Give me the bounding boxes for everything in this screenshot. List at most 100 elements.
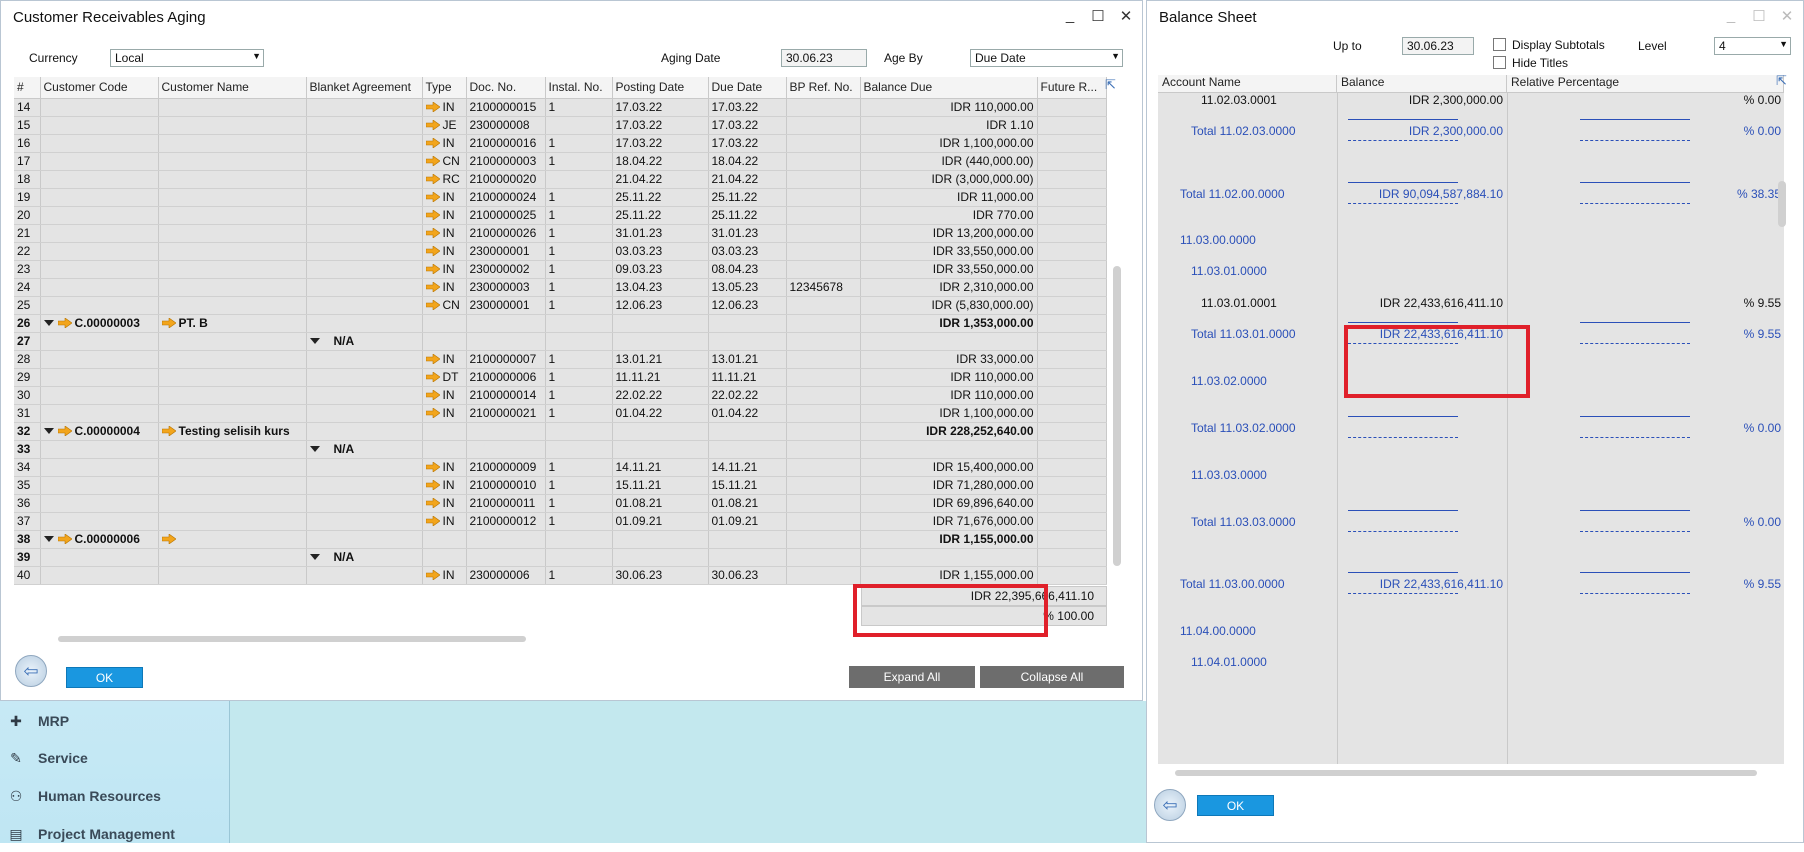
- table-row[interactable]: 39 N/A: [14, 548, 1107, 567]
- expand-grid-icon[interactable]: ⇱: [1776, 73, 1787, 89]
- link-arrow-icon[interactable]: [425, 120, 440, 130]
- link-arrow-icon[interactable]: [425, 228, 440, 238]
- table-row[interactable]: 25 CN 230000001 1 12.06.23 12.06.23 IDR (5,830…: [14, 296, 1107, 315]
- horizontal-scrollbar[interactable]: [58, 636, 526, 642]
- back-arrow-icon[interactable]: ⇦: [1154, 789, 1186, 821]
- collapse-triangle-icon[interactable]: [43, 320, 54, 326]
- link-arrow-icon[interactable]: [425, 264, 440, 274]
- link-arrow-icon[interactable]: [161, 318, 176, 328]
- grid-column-header[interactable]: Instal. No.: [545, 77, 613, 99]
- link-arrow-icon[interactable]: [425, 462, 440, 472]
- link-arrow-icon[interactable]: [57, 534, 72, 544]
- table-row[interactable]: 34 IN 2100000009 1 14.11.21 14.11.21 IDR 15,40…: [14, 458, 1107, 477]
- table-row[interactable]: 37 IN 2100000012 1 01.09.21 01.09.21 IDR 71,67…: [14, 512, 1107, 531]
- close-icon[interactable]: ✕: [1118, 7, 1134, 25]
- aging-date-field[interactable]: 30.06.23: [781, 49, 867, 67]
- table-row[interactable]: 26 C.00000003 PT. B IDR 1,353,000.00: [14, 314, 1107, 333]
- collapse-triangle-icon[interactable]: [43, 428, 54, 434]
- link-arrow-icon[interactable]: [425, 516, 440, 526]
- expand-all-button[interactable]: Expand All: [849, 666, 975, 688]
- grid-column-header[interactable]: Posting Date: [612, 77, 709, 99]
- table-row[interactable]: 33 N/A: [14, 440, 1107, 459]
- menu-item-human-resources[interactable]: ⚇ Human Resources: [0, 778, 228, 814]
- display-subtotals-checkbox[interactable]: [1493, 38, 1506, 51]
- grid-column-header[interactable]: Doc. No.: [466, 77, 546, 99]
- link-arrow-icon[interactable]: [425, 372, 440, 382]
- link-arrow-icon[interactable]: [425, 480, 440, 490]
- table-row[interactable]: 30 IN 2100000014 1 22.02.22 22.02.22 IDR 110,0…: [14, 386, 1107, 405]
- table-row[interactable]: 14 IN 2100000015 1 17.03.22 17.03.22 IDR 110,0…: [14, 98, 1107, 117]
- table-row[interactable]: 35 IN 2100000010 1 15.11.21 15.11.21 IDR 71,28…: [14, 476, 1107, 495]
- grid-column-header[interactable]: BP Ref. No.: [786, 77, 861, 99]
- table-row[interactable]: 17 CN 2100000003 1 18.04.22 18.04.22 IDR (440,…: [14, 152, 1107, 171]
- link-arrow-icon[interactable]: [57, 426, 72, 436]
- table-row[interactable]: 22 IN 230000001 1 03.03.23 03.03.23 IDR 33,550…: [14, 242, 1107, 261]
- up-to-field[interactable]: 30.06.23: [1402, 37, 1474, 55]
- level-select[interactable]: 4 ▼: [1714, 37, 1791, 55]
- close-icon[interactable]: ✕: [1779, 7, 1795, 25]
- grid-column-header[interactable]: Customer Name: [158, 77, 307, 99]
- grid-column-header[interactable]: Blanket Agreement: [306, 77, 423, 99]
- table-row[interactable]: 28 IN 2100000007 1 13.01.21 13.01.21 IDR 33,00…: [14, 350, 1107, 369]
- table-row[interactable]: 20 IN 2100000025 1 25.11.22 25.11.22 IDR 770.0…: [14, 206, 1107, 225]
- link-arrow-icon[interactable]: [57, 318, 72, 328]
- link-arrow-icon[interactable]: [425, 192, 440, 202]
- link-arrow-icon[interactable]: [425, 408, 440, 418]
- table-row[interactable]: 16 IN 2100000016 1 17.03.22 17.03.22 IDR 1,100…: [14, 134, 1107, 153]
- table-row[interactable]: 18 RC 2100000020 21.04.22 21.04.22 IDR (3,000…: [14, 170, 1107, 189]
- horizontal-scrollbar[interactable]: [1175, 770, 1757, 776]
- expand-grid-icon[interactable]: ⇱: [1105, 77, 1116, 93]
- maximize-icon[interactable]: ☐: [1090, 7, 1106, 25]
- vertical-scrollbar[interactable]: [1778, 181, 1786, 227]
- vertical-scrollbar[interactable]: [1113, 266, 1121, 566]
- hide-titles-checkbox[interactable]: [1493, 56, 1506, 69]
- grid-column-header[interactable]: Type: [422, 77, 467, 99]
- minimize-icon[interactable]: _: [1723, 7, 1739, 25]
- collapse-triangle-icon[interactable]: [309, 554, 320, 560]
- menu-item-project-management[interactable]: ▤ Project Management: [0, 816, 228, 852]
- collapse-all-button[interactable]: Collapse All: [980, 666, 1124, 688]
- table-row[interactable]: 23 IN 230000002 1 09.03.23 08.04.23 IDR 33,550…: [14, 260, 1107, 279]
- link-arrow-icon[interactable]: [425, 174, 440, 184]
- table-row[interactable]: 32 C.00000004 Testing selisih kurs IDR 228,…: [14, 422, 1107, 441]
- table-row[interactable]: 19 IN 2100000024 1 25.11.22 25.11.22 IDR 11,00…: [14, 188, 1107, 207]
- grid-column-header[interactable]: Due Date: [708, 77, 787, 99]
- collapse-triangle-icon[interactable]: [43, 536, 54, 542]
- table-row[interactable]: 21 IN 2100000026 1 31.01.23 31.01.23 IDR 13,20…: [14, 224, 1107, 243]
- link-arrow-icon[interactable]: [161, 534, 176, 544]
- collapse-triangle-icon[interactable]: [309, 338, 320, 344]
- link-arrow-icon[interactable]: [425, 138, 440, 148]
- ok-button[interactable]: OK: [66, 667, 143, 688]
- link-arrow-icon[interactable]: [161, 426, 176, 436]
- table-row[interactable]: 29 DT 2100000006 1 11.11.21 11.11.21 IDR 110,0…: [14, 368, 1107, 387]
- table-row[interactable]: 31 IN 2100000021 1 01.04.22 01.04.22 IDR 1,100…: [14, 404, 1107, 423]
- table-row[interactable]: 15 JE 230000008 17.03.22 17.03.22 IDR 1.10: [14, 116, 1107, 135]
- grid-column-header[interactable]: #: [14, 77, 41, 99]
- collapse-triangle-icon[interactable]: [309, 446, 320, 452]
- ok-button[interactable]: OK: [1197, 795, 1274, 816]
- table-row[interactable]: 24 IN 230000003 1 13.04.23 13.05.23 12345678 ID…: [14, 278, 1107, 297]
- currency-select[interactable]: Local ▼: [110, 49, 264, 67]
- link-arrow-icon[interactable]: [425, 570, 440, 580]
- link-arrow-icon[interactable]: [425, 102, 440, 112]
- table-row[interactable]: 38 C.00000006 IDR 1,155,000.00: [14, 530, 1107, 549]
- link-arrow-icon[interactable]: [425, 498, 440, 508]
- back-arrow-icon[interactable]: ⇦: [15, 655, 47, 687]
- table-row[interactable]: 27 N/A: [14, 332, 1107, 351]
- grid-column-header[interactable]: Future R...: [1037, 77, 1107, 99]
- table-row[interactable]: 40 IN 230000006 1 30.06.23 30.06.23 IDR 1,155,…: [14, 566, 1107, 585]
- grid-column-header[interactable]: Customer Code: [40, 77, 159, 99]
- link-arrow-icon[interactable]: [425, 210, 440, 220]
- table-row[interactable]: 36 IN 2100000011 1 01.08.21 01.08.21 IDR 69,89…: [14, 494, 1107, 513]
- link-arrow-icon[interactable]: [425, 300, 440, 310]
- age-by-select[interactable]: Due Date ▼: [970, 49, 1123, 67]
- link-arrow-icon[interactable]: [425, 354, 440, 364]
- menu-item-mrp[interactable]: ✚ MRP: [0, 703, 228, 739]
- grid-column-header[interactable]: Balance Due: [860, 77, 1038, 99]
- minimize-icon[interactable]: _: [1062, 7, 1078, 25]
- link-arrow-icon[interactable]: [425, 156, 440, 166]
- link-arrow-icon[interactable]: [425, 390, 440, 400]
- link-arrow-icon[interactable]: [425, 246, 440, 256]
- menu-item-service[interactable]: ✎ Service: [0, 740, 228, 776]
- maximize-icon[interactable]: ☐: [1751, 7, 1767, 25]
